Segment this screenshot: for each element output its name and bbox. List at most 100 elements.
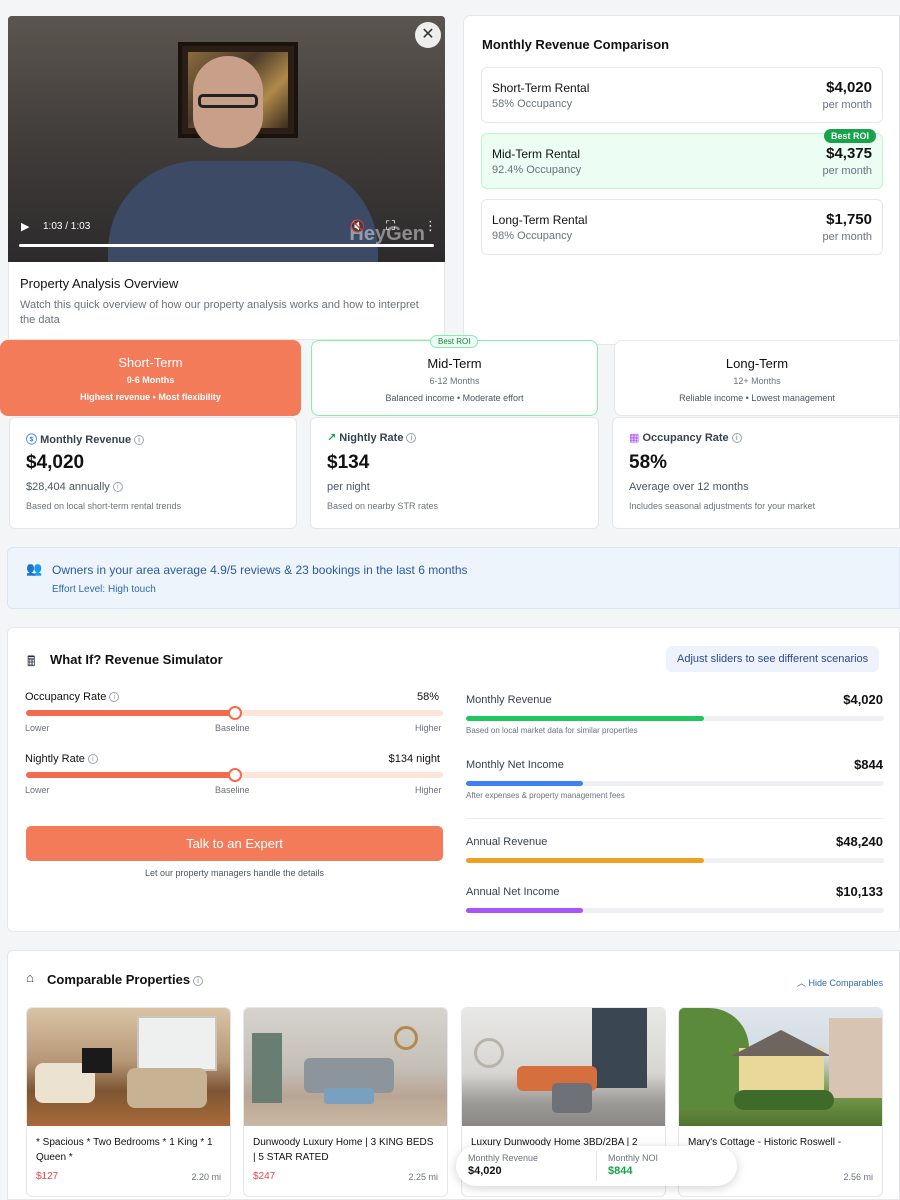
chevron-up-icon: ︿	[796, 978, 806, 988]
info-icon[interactable]: i	[731, 433, 742, 444]
result-bar-monthly-revenue	[466, 716, 884, 721]
banner-text: Owners in your area average 4.9/5 review…	[52, 563, 468, 577]
rev-amount: $1,750	[826, 211, 872, 228]
simulator-title: What If? Revenue Simulator	[50, 652, 223, 667]
rev-period: per month	[822, 99, 872, 111]
metric-label: Occupancy Rate	[642, 432, 729, 444]
term-range: 6-12 Months	[429, 376, 480, 386]
divider	[466, 818, 884, 819]
tab-mid-term[interactable]: Best ROI Mid-Term 6-12 Months Balanced i…	[311, 335, 598, 416]
result-note: After expenses & property management fee…	[466, 791, 625, 800]
slider-low-label: Lower	[25, 723, 50, 733]
rev-period: per month	[822, 165, 872, 177]
result-note: Based on local market data for similar p…	[466, 726, 638, 735]
result-label: Annual Net Income	[466, 886, 560, 898]
rev-period: per month	[822, 231, 872, 243]
dollar-icon: ⓢ	[26, 434, 37, 446]
info-icon[interactable]: i	[87, 754, 98, 765]
rev-amount: $4,375	[826, 145, 872, 162]
result-bar-monthly-net	[466, 781, 884, 786]
metric-note: Based on nearby STR rates	[327, 501, 439, 511]
comparables-title: Comparable Properties	[47, 972, 191, 987]
property-photo	[462, 1008, 665, 1126]
hide-comparables-link[interactable]: ︿ Hide Comparables	[797, 976, 883, 989]
info-icon[interactable]: i	[112, 482, 123, 493]
owners-banner: 👥 Owners in your area average 4.9/5 revi…	[7, 547, 900, 609]
metric-note: Based on local short-term rental trends	[26, 501, 182, 511]
info-icon[interactable]: i	[193, 975, 204, 986]
metric-detail: per night	[327, 481, 370, 493]
metric-monthly-revenue: ⓢ Monthly Revenue i $4,020 $28,404 annual…	[9, 417, 297, 529]
metric-nightly-rate: ↗ Nightly Rate i $134 per night Based on …	[310, 417, 599, 529]
occupancy-slider-value: 58%	[416, 691, 439, 703]
result-label: Monthly Revenue	[466, 694, 552, 706]
fullscreen-icon[interactable]: ⛶	[386, 218, 395, 234]
metric-label: Monthly Revenue	[40, 434, 132, 446]
metric-label: Nightly Rate	[339, 432, 404, 444]
nightly-slider-handle[interactable]	[227, 768, 242, 782]
comparable-card[interactable]: * Spacious * Two Bedrooms * 1 King * 1 Q…	[26, 1007, 231, 1197]
cta-note: Let our property managers handle the det…	[144, 868, 325, 878]
rev-item-short: Short-Term Rental 58% Occupancy $4,020 p…	[481, 67, 883, 123]
info-icon[interactable]: i	[134, 435, 145, 446]
metric-value: $134	[327, 452, 370, 473]
effort-label: Effort Level:	[52, 584, 106, 595]
slider-low-label: Lower	[25, 785, 50, 795]
mute-icon[interactable]: 🔇	[350, 219, 365, 233]
metric-value: $4,020	[26, 452, 85, 473]
term-range: 0-6 Months	[126, 375, 175, 385]
overview-panel: Property Analysis Overview Watch this qu…	[8, 262, 445, 340]
term-desc: Reliable income • Lowest management	[679, 393, 835, 403]
comparable-title: * Spacious * Two Bedrooms * 1 King * 1 Q…	[36, 1137, 213, 1163]
rev-item-mid: Best ROI Mid-Term Rental 92.4% Occupancy…	[481, 129, 883, 189]
rev-item-long: Long-Term Rental 98% Occupancy $1,750 pe…	[481, 199, 883, 255]
term-range: 12+ Months	[733, 376, 781, 386]
effort-value: High touch	[107, 584, 156, 595]
rev-occupancy: 92.4% Occupancy	[492, 164, 582, 176]
simulator-hint: Adjust sliders to see different scenario…	[666, 646, 880, 672]
comparable-distance: 2.25 mi	[408, 1172, 438, 1182]
occupancy-slider-handle[interactable]	[227, 706, 242, 720]
revenue-comparison-panel: Monthly Revenue Comparison Short-Term Re…	[463, 15, 900, 345]
comparable-distance: 2.20 mi	[191, 1172, 221, 1182]
nightly-slider-label: Nightly Rate i	[25, 753, 98, 765]
video-progress-bar[interactable]	[19, 244, 434, 247]
rev-name: Mid-Term Rental	[492, 147, 581, 161]
talk-to-expert-button[interactable]: Talk to an Expert	[26, 826, 443, 861]
result-value: $48,240	[836, 834, 883, 849]
metric-detail: $28,404 annually	[26, 481, 110, 493]
result-value: $844	[854, 757, 883, 772]
result-bar-annual-revenue	[466, 858, 884, 863]
slider-mid-label: Baseline	[215, 723, 250, 733]
term-title: Short-Term	[118, 355, 183, 370]
comparable-card[interactable]: Dunwoody Luxury Home | 3 KING BEDS | 5 S…	[243, 1007, 448, 1197]
property-photo	[244, 1008, 447, 1126]
result-bar-annual-net	[466, 908, 884, 913]
video-player[interactable]: ✕ HeyGen ▶ 1:03 / 1:03 🔇 ⛶ ⋮	[8, 16, 445, 262]
result-label: Monthly Net Income	[466, 759, 564, 771]
result-value: $10,133	[836, 884, 883, 899]
metric-note: Includes seasonal adjustments for your m…	[629, 501, 816, 511]
rev-occupancy: 98% Occupancy	[492, 230, 573, 242]
info-icon[interactable]: i	[406, 433, 417, 444]
more-options-icon[interactable]: ⋮	[424, 218, 437, 234]
tab-short-term[interactable]: Short-Term 0-6 Months Highest revenue • …	[0, 340, 301, 416]
comparable-distance: 2.56 mi	[843, 1172, 873, 1182]
revenue-simulator: 🖩 What If? Revenue Simulator Adjust slid…	[7, 627, 900, 932]
close-video-button[interactable]: ✕	[415, 22, 441, 48]
metric-value: 58%	[629, 452, 668, 473]
term-desc: Balanced income • Moderate effort	[385, 393, 524, 403]
popup-divider	[596, 1151, 597, 1181]
tab-long-term[interactable]: Long-Term 12+ Months Reliable income • L…	[614, 340, 900, 416]
property-photo	[27, 1008, 230, 1126]
play-icon[interactable]: ▶	[21, 220, 29, 233]
trending-up-icon: ↗	[327, 432, 337, 444]
best-roi-badge: Best ROI	[823, 129, 876, 143]
calendar-icon: ▦	[629, 432, 640, 444]
presenter-glasses	[198, 94, 258, 108]
term-desc: Highest revenue • Most flexibility	[80, 392, 221, 402]
nightly-slider-value: $134 night	[388, 753, 440, 765]
rev-amount: $4,020	[826, 79, 872, 96]
info-icon[interactable]: i	[109, 692, 120, 703]
result-label: Annual Revenue	[466, 836, 548, 848]
